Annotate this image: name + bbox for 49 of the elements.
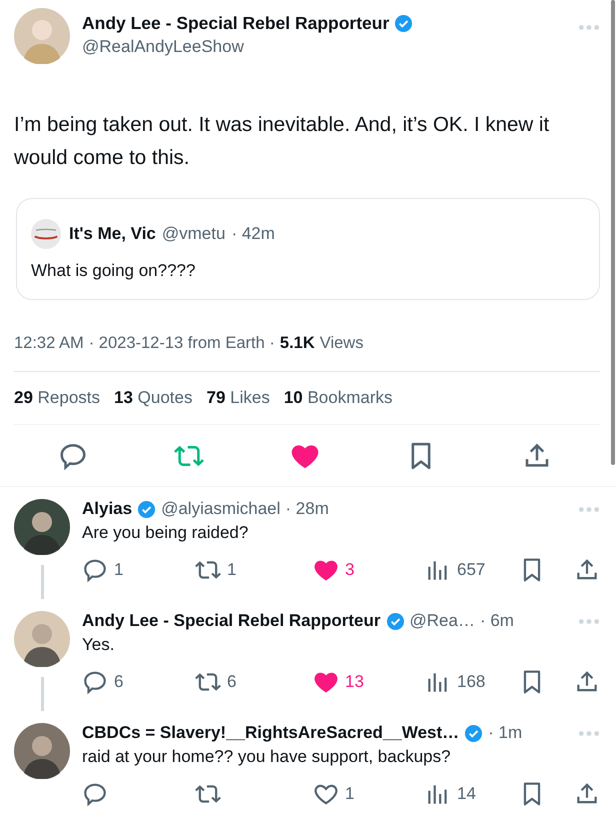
reply-count: 6 [114,672,124,692]
quoted-time: · 42m [231,224,275,244]
avatar[interactable] [14,723,70,779]
avatar[interactable] [14,499,70,555]
reply-icon[interactable] [58,441,88,471]
repost-count: 1 [227,560,236,580]
repost-count: 6 [227,672,236,692]
author-handle[interactable]: @RealAndyLeeShow [82,37,578,57]
engagement-stat[interactable]: 29 Reposts [14,388,100,408]
avatar [31,219,61,249]
like-count: 13 [345,672,364,692]
author-name[interactable]: CBDCs = Slavery!__RightsAreSacred__West… [82,723,460,743]
reply-post[interactable]: Alyias @alyiasmichael · 28m Are you being raided? 1 1 3 657 [0,487,616,599]
quoted-author-name: It's Me, Vic [69,224,156,244]
views-label: Views [320,334,364,353]
author-name[interactable]: Alyias [82,499,132,519]
reply-icon[interactable] [82,781,108,807]
reply-post[interactable]: Andy Lee - Special Rebel Rapporteur @Rea… · 6m Yes. 6 6 13 168 [0,599,616,711]
reply-text: Yes. [82,635,116,655]
quoted-text: What is going on???? [31,261,196,281]
reply-icon[interactable] [82,557,108,583]
like-count: 1 [345,784,354,804]
tweet-text: I’m being taken out. It was inevitable. And, it’s OK. I knew it would come to this. [14,112,550,171]
quoted-tweet[interactable]: It's Me, Vic @vmetu · 42m What is going on???? [16,198,600,300]
reply-time: · 1m [488,723,522,743]
engagement-stat[interactable]: 10 Bookmarks [284,388,392,408]
avatar[interactable] [14,611,70,667]
tweet-date: · 2023-12-13 from Earth · [88,334,275,353]
view-count: 168 [457,672,486,692]
author-handle[interactable]: @Rea… [410,611,475,631]
reply-count: 1 [114,560,124,580]
engagement-stat[interactable]: 79 Likes [206,388,270,408]
like-count: 3 [345,560,354,580]
view-count: 657 [457,560,486,580]
reply-text: Are you being raided? [82,523,250,543]
engagement-stat[interactable]: 13 Quotes [114,388,192,408]
reply-time: · 6m [480,611,514,631]
tweet-time: 12:32 AM [14,334,84,353]
reply-icon[interactable] [82,669,108,695]
reply-text: raid at your home?? you have support, backups? [82,747,452,767]
author-name[interactable]: Andy Lee - Special Rebel Rapporteur [82,611,381,631]
author-name[interactable]: Andy Lee - Special Rebel Rapporteur [82,13,390,34]
author-handle[interactable]: @alyiasmichael [161,499,280,519]
views-count: 5.1K [280,334,315,353]
quoted-author-handle: @vmetu [162,224,226,244]
reply-post[interactable]: CBDCs = Slavery!__RightsAreSacred__West… · 1m raid at your home?? you have support, backups? 1 14 [0,711,616,823]
view-count: 14 [457,784,476,804]
reply-time: · 28m [285,499,329,519]
scrollbar[interactable] [611,0,615,465]
